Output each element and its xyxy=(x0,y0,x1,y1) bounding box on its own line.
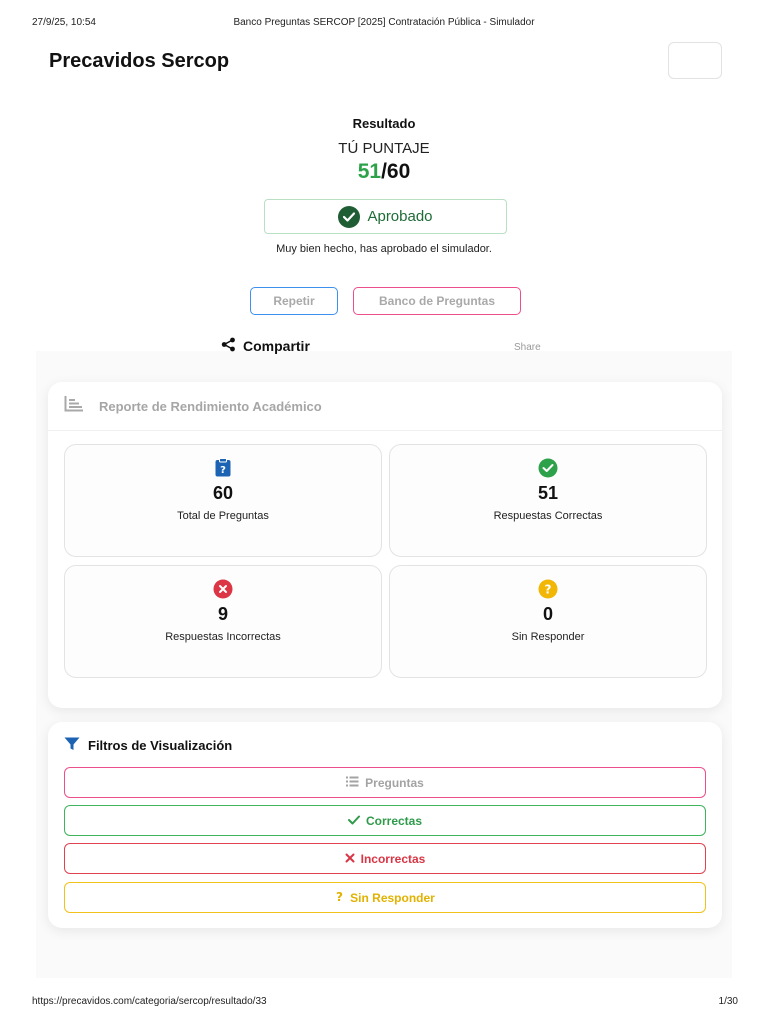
performance-report-card: Reporte de Rendimiento Académico ? 60 To… xyxy=(48,382,722,708)
list-icon xyxy=(346,776,359,790)
filter-label: Preguntas xyxy=(365,775,424,790)
bar-chart-icon xyxy=(64,395,84,417)
view-filters-card: Filtros de Visualización Preguntas Corre… xyxy=(48,722,722,928)
check-circle-icon xyxy=(338,205,361,228)
stat-label: Total de Preguntas xyxy=(177,510,269,522)
question-icon: ? xyxy=(335,890,344,906)
stat-total-questions: ? 60 Total de Preguntas xyxy=(64,444,382,557)
share-label: Compartir xyxy=(243,338,310,354)
print-page-number: 1/30 xyxy=(718,996,738,1007)
status-message: Muy bien hecho, has aprobado el simulado… xyxy=(276,243,492,255)
stat-value: 51 xyxy=(537,483,559,503)
stat-label: Sin Responder xyxy=(511,631,585,643)
report-header: Reporte de Rendimiento Académico xyxy=(48,382,722,431)
report-title: Reporte de Rendimiento Académico xyxy=(99,398,322,414)
svg-text:?: ? xyxy=(336,890,343,903)
x-icon xyxy=(345,852,355,866)
filter-icon xyxy=(64,737,80,754)
status-text: Aprobado xyxy=(367,208,433,225)
stat-value: 60 xyxy=(212,483,234,503)
share-button[interactable]: Compartir xyxy=(221,337,310,355)
filter-correct-button[interactable]: Correctas xyxy=(64,805,706,836)
score-label: TÚ PUNTAJE xyxy=(338,140,430,157)
filter-label: Incorrectas xyxy=(360,851,426,866)
filter-label: Sin Responder xyxy=(350,890,435,905)
check-circle-icon xyxy=(390,458,706,478)
filter-all-questions-button[interactable]: Preguntas xyxy=(64,767,706,798)
navbar: Precavidos Sercop xyxy=(0,40,768,84)
filter-label: Correctas xyxy=(365,813,423,828)
retry-button[interactable]: Repetir xyxy=(250,287,338,315)
x-circle-icon xyxy=(65,579,381,599)
share-alt-link[interactable]: Share xyxy=(514,342,541,353)
stat-unanswered: ? 0 Sin Responder xyxy=(389,565,707,678)
filter-incorrect-button[interactable]: Incorrectas xyxy=(64,843,706,874)
svg-text:?: ? xyxy=(220,465,226,476)
stat-incorrect-answers: 9 Respuestas Incorrectas xyxy=(64,565,382,678)
menu-toggle-button[interactable] xyxy=(668,42,722,79)
stat-value: 9 xyxy=(217,604,228,624)
svg-text:?: ? xyxy=(545,583,552,597)
print-footer: https://precavidos.com/categoria/sercop/… xyxy=(0,996,768,1010)
question-circle-icon: ? xyxy=(390,579,706,599)
status-badge: Aprobado xyxy=(264,199,507,234)
check-icon xyxy=(347,814,360,828)
question-bank-button[interactable]: Banco de Preguntas xyxy=(353,287,521,315)
print-header: 27/9/25, 10:54 Banco Preguntas SERCOP [2… xyxy=(0,17,768,31)
score-value: 51/60 xyxy=(0,160,768,184)
stat-label: Respuestas Correctas xyxy=(493,510,603,522)
print-url: https://precavidos.com/categoria/sercop/… xyxy=(32,996,267,1007)
brand-logo-text[interactable]: Precavidos Sercop xyxy=(49,50,229,73)
filters-title: Filtros de Visualización xyxy=(88,738,233,753)
filter-unanswered-button[interactable]: ? Sin Responder xyxy=(64,882,706,913)
filters-heading: Filtros de Visualización xyxy=(64,737,232,754)
print-title: Banco Preguntas SERCOP [2025] Contrataci… xyxy=(233,17,535,28)
score-correct: 51 xyxy=(357,160,382,183)
score-total: /60 xyxy=(381,160,411,183)
result-heading: Resultado xyxy=(352,116,416,131)
stat-label: Respuestas Incorrectas xyxy=(165,631,281,643)
stat-correct-answers: 51 Respuestas Correctas xyxy=(389,444,707,557)
share-row: Compartir Share xyxy=(0,337,768,359)
stat-value: 0 xyxy=(542,604,553,624)
clipboard-question-icon: ? xyxy=(65,458,381,478)
share-icon xyxy=(221,337,236,355)
